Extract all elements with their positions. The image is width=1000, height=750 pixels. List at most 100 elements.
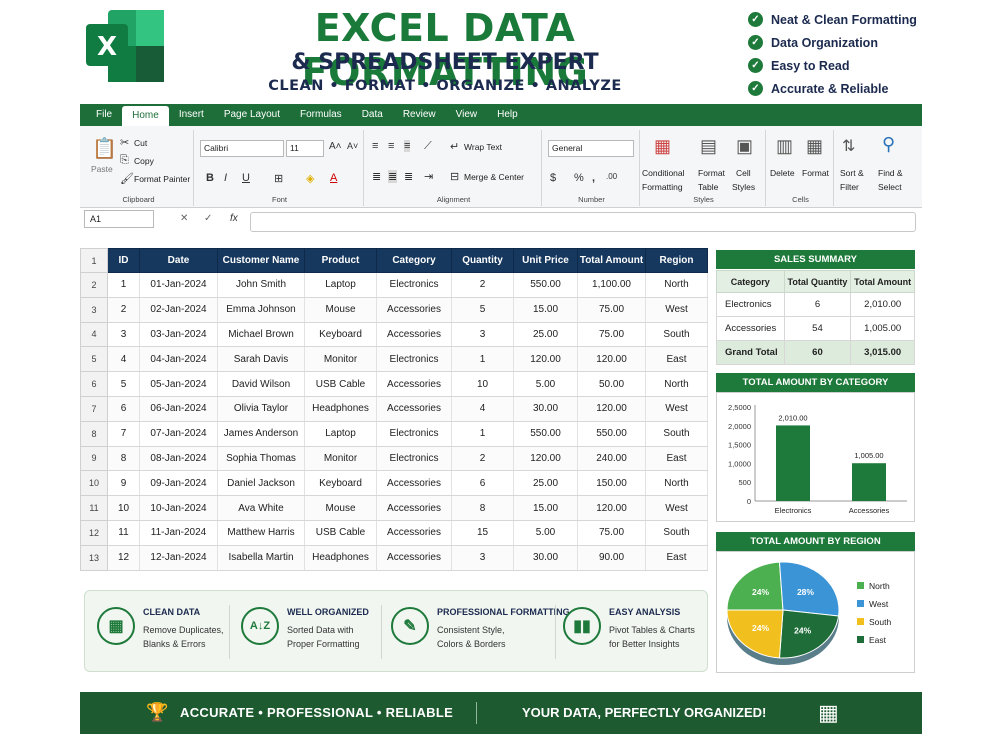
paste-button[interactable]: Paste: [91, 164, 113, 174]
merge-center-button[interactable]: Merge & Center: [464, 172, 524, 182]
table-cell[interactable]: West: [645, 297, 708, 323]
tab-view[interactable]: View: [446, 104, 488, 126]
table-cell[interactable]: Daniel Jackson: [217, 470, 305, 497]
table-cell[interactable]: Headphones: [304, 545, 377, 571]
bold-icon[interactable]: B: [206, 172, 214, 184]
table-cell[interactable]: Mouse: [304, 297, 377, 323]
table-cell[interactable]: 02-Jan-2024: [139, 297, 218, 323]
tab-formulas[interactable]: Formulas: [290, 104, 352, 126]
summary-cell[interactable]: 3,015.00: [850, 340, 915, 365]
table-cell[interactable]: 25.00: [513, 470, 578, 497]
summary-cell[interactable]: Grand Total: [716, 340, 785, 365]
table-cell[interactable]: 09-Jan-2024: [139, 470, 218, 497]
font-color-icon[interactable]: A: [330, 172, 337, 184]
table-cell[interactable]: 550.00: [513, 272, 578, 298]
table-cell[interactable]: 120.00: [513, 346, 578, 373]
row-number[interactable]: 12: [80, 519, 108, 546]
align-left-icon[interactable]: ≣: [372, 170, 381, 183]
format-cells-icon[interactable]: ▦: [806, 136, 823, 157]
table-cell[interactable]: 6: [451, 470, 514, 497]
table-cell[interactable]: 5.00: [513, 371, 578, 397]
table-cell[interactable]: 6: [107, 396, 140, 422]
table-cell[interactable]: East: [645, 346, 708, 373]
format-as-table-button[interactable]: Format: [698, 168, 725, 178]
table-cell[interactable]: East: [645, 446, 708, 472]
table-cell[interactable]: 11: [107, 520, 140, 546]
indent-icon[interactable]: ⇥: [424, 170, 433, 183]
table-cell[interactable]: 50.00: [577, 371, 646, 397]
decimal-icon[interactable]: .00: [606, 172, 617, 181]
comma-icon[interactable]: ,: [592, 172, 595, 184]
table-cell[interactable]: 10: [451, 371, 514, 397]
summary-cell[interactable]: 60: [783, 340, 852, 365]
find-select-button[interactable]: Find &: [878, 168, 903, 178]
row-number[interactable]: 10: [80, 470, 108, 497]
table-cell[interactable]: 3: [451, 545, 514, 571]
table-cell[interactable]: 05-Jan-2024: [139, 371, 218, 397]
summary-cell[interactable]: 1,005.00: [850, 316, 915, 341]
table-cell[interactable]: 11-Jan-2024: [139, 520, 218, 546]
table-cell[interactable]: Electronics: [376, 346, 452, 373]
borders-icon[interactable]: ⊞: [274, 172, 283, 185]
table-cell[interactable]: 8: [107, 446, 140, 472]
table-cell[interactable]: 240.00: [577, 446, 646, 472]
wrap-text-button[interactable]: Wrap Text: [464, 142, 502, 152]
merge-icon[interactable]: ⊟: [450, 170, 459, 183]
table-cell[interactable]: Accessories: [376, 297, 452, 323]
orientation-icon[interactable]: ⟋: [424, 140, 432, 153]
table-cell[interactable]: Sophia Thomas: [217, 446, 305, 472]
row-number[interactable]: 13: [80, 544, 108, 571]
font-name-select[interactable]: Calibri: [200, 140, 284, 157]
table-cell[interactable]: 1: [451, 346, 514, 373]
tab-home[interactable]: Home: [122, 106, 169, 126]
table-cell[interactable]: 15.00: [513, 297, 578, 323]
table-cell[interactable]: 5.00: [513, 520, 578, 546]
table-cell[interactable]: North: [645, 371, 708, 397]
table-cell[interactable]: 2: [451, 446, 514, 472]
table-cell[interactable]: 1: [107, 272, 140, 298]
format-table-icon[interactable]: ▤: [700, 136, 717, 157]
table-cell[interactable]: 4: [107, 346, 140, 373]
delete-cells-icon[interactable]: ▥: [776, 136, 793, 157]
tab-file[interactable]: File: [86, 104, 122, 126]
table-cell[interactable]: Accessories: [376, 545, 452, 571]
column-header[interactable]: Product: [304, 248, 377, 273]
table-cell[interactable]: 30.00: [513, 545, 578, 571]
table-cell[interactable]: 8: [451, 495, 514, 521]
fill-color-icon[interactable]: ◈: [306, 172, 314, 185]
summary-cell[interactable]: Electronics: [716, 292, 785, 317]
table-cell[interactable]: West: [645, 495, 708, 521]
wrap-text-icon[interactable]: ↵: [450, 140, 459, 153]
cell-styles-button[interactable]: Cell: [736, 168, 751, 178]
table-cell[interactable]: 3: [107, 322, 140, 348]
table-cell[interactable]: Keyboard: [304, 470, 377, 497]
table-cell[interactable]: West: [645, 396, 708, 422]
tab-insert[interactable]: Insert: [169, 104, 214, 126]
table-cell[interactable]: Accessories: [376, 470, 452, 497]
table-cell[interactable]: 120.00: [577, 495, 646, 521]
copy-button[interactable]: Copy: [134, 156, 154, 166]
table-cell[interactable]: 04-Jan-2024: [139, 346, 218, 373]
row-number[interactable]: 2: [80, 272, 108, 298]
table-cell[interactable]: 550.00: [513, 421, 578, 447]
cut-icon[interactable]: ✂: [120, 136, 129, 149]
table-cell[interactable]: 12-Jan-2024: [139, 545, 218, 571]
table-cell[interactable]: Electronics: [376, 446, 452, 472]
align-bottom-icon[interactable]: ≡: [404, 140, 411, 152]
table-cell[interactable]: 01-Jan-2024: [139, 272, 218, 298]
table-cell[interactable]: Sarah Davis: [217, 346, 305, 373]
fx-icon[interactable]: fx: [230, 213, 238, 224]
cell-styles-icon[interactable]: ▣: [736, 136, 753, 157]
table-cell[interactable]: Matthew Harris: [217, 520, 305, 546]
table-cell[interactable]: Accessories: [376, 520, 452, 546]
table-cell[interactable]: 75.00: [577, 297, 646, 323]
grow-font-icon[interactable]: A˄: [329, 141, 342, 152]
conditional-formatting-button[interactable]: Conditional: [642, 168, 685, 178]
name-box[interactable]: A1: [84, 210, 154, 228]
table-cell[interactable]: 4: [451, 396, 514, 422]
search-icon[interactable]: ⚲: [882, 134, 895, 155]
table-cell[interactable]: South: [645, 421, 708, 447]
table-cell[interactable]: 08-Jan-2024: [139, 446, 218, 472]
table-cell[interactable]: 2: [451, 272, 514, 298]
table-cell[interactable]: 1,100.00: [577, 272, 646, 298]
